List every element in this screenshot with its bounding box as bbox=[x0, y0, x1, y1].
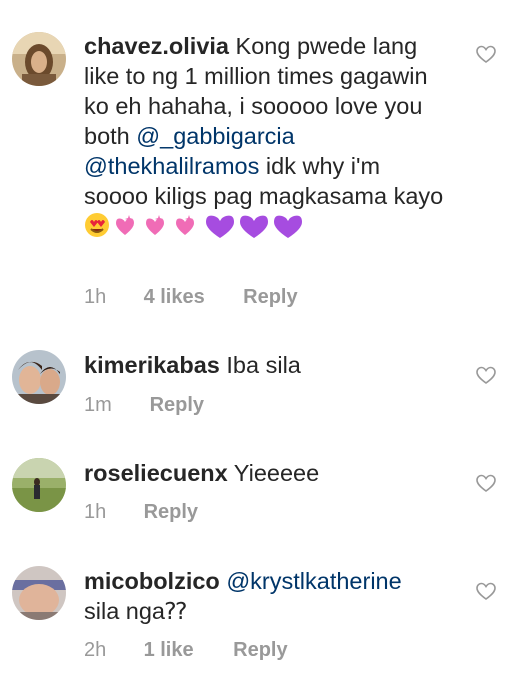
reply-button[interactable]: Reply bbox=[243, 286, 297, 309]
comment-username[interactable]: roseliecuenx bbox=[84, 460, 228, 486]
comment-username[interactable]: micobolzico bbox=[84, 568, 220, 594]
comment-timestamp: 1h bbox=[84, 286, 107, 308]
comment-body: roseliecuenx Yieeeee bbox=[84, 458, 444, 488]
like-heart-icon[interactable] bbox=[476, 474, 496, 494]
like-heart-icon[interactable] bbox=[476, 582, 496, 602]
comment-username[interactable]: kimerikabas bbox=[84, 352, 220, 378]
avatar[interactable] bbox=[12, 32, 66, 86]
avatar[interactable] bbox=[12, 458, 66, 512]
avatar[interactable] bbox=[12, 566, 66, 620]
heart-eyes-emoji bbox=[85, 213, 109, 237]
like-heart-icon[interactable] bbox=[476, 366, 496, 386]
purple-heart-emoji bbox=[206, 215, 234, 238]
emoji-row bbox=[84, 211, 334, 246]
mention-link[interactable]: @thekhalilramos bbox=[84, 153, 259, 179]
likes-count[interactable]: 1 like bbox=[144, 639, 228, 662]
like-heart-icon[interactable] bbox=[476, 45, 496, 65]
reply-button[interactable]: Reply bbox=[144, 501, 198, 524]
comment-meta: 2h 1 like Reply bbox=[84, 639, 288, 662]
comment-timestamp: 1m bbox=[84, 394, 112, 416]
sparkling-heart-emoji bbox=[146, 215, 164, 235]
comment-text: sila nga⁇ bbox=[84, 598, 187, 624]
mention-link[interactable]: @_gabbigarcia bbox=[136, 123, 294, 149]
comment-meta: 1h 4 likes Reply bbox=[84, 286, 298, 309]
reply-button[interactable]: Reply bbox=[233, 639, 287, 662]
comment-timestamp: 2h bbox=[84, 639, 107, 661]
comment-body: micobolzico @krystlkatherine sila nga⁇ bbox=[84, 566, 444, 626]
comment-timestamp: 1h bbox=[84, 501, 107, 523]
comment-username[interactable]: chavez.olivia bbox=[84, 33, 229, 59]
likes-count[interactable]: 4 likes bbox=[144, 286, 238, 309]
purple-heart-emoji bbox=[274, 215, 302, 238]
reply-button[interactable]: Reply bbox=[150, 394, 204, 417]
sparkling-heart-emoji bbox=[176, 215, 194, 235]
sparkling-heart-emoji bbox=[116, 215, 134, 235]
comment-body: chavez.olivia Kong pwede lang like to ng… bbox=[84, 31, 444, 246]
mention-link[interactable]: @krystlkatherine bbox=[226, 568, 401, 594]
avatar[interactable] bbox=[12, 350, 66, 404]
comment-text: Iba sila bbox=[226, 352, 301, 378]
comment-meta: 1m Reply bbox=[84, 394, 204, 417]
comment-text: Yieeeee bbox=[233, 460, 320, 486]
purple-heart-emoji bbox=[240, 215, 268, 238]
comment-body: kimerikabas Iba sila bbox=[84, 350, 444, 380]
comment-meta: 1h Reply bbox=[84, 501, 198, 524]
